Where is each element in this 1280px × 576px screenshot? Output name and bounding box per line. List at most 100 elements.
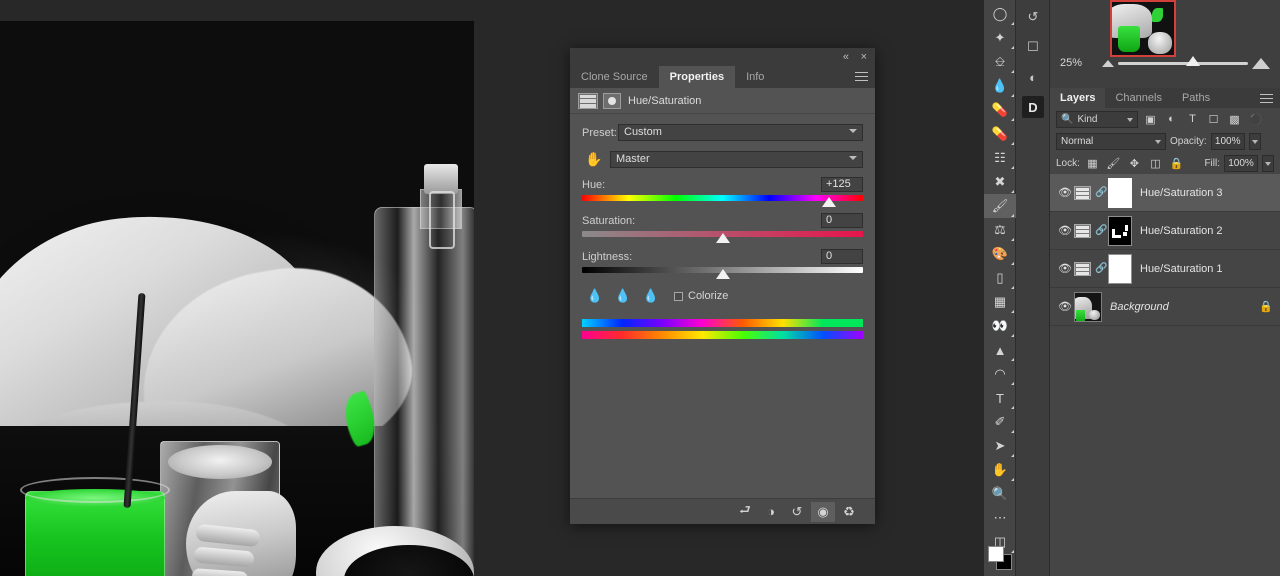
layer-name[interactable]: Background (1110, 301, 1258, 313)
fill-value[interactable]: 100% (1224, 155, 1258, 172)
layer-mask-icon[interactable] (603, 93, 621, 109)
lock-artboard-icon[interactable]: ◫ (1147, 155, 1164, 172)
link-mask-icon[interactable]: 🔗 (1095, 263, 1105, 274)
preset-select[interactable]: Custom (618, 124, 863, 141)
layer-visibility-icon[interactable]: 👁 (1056, 186, 1074, 199)
pen-tool[interactable]: ✐ (984, 410, 1016, 434)
delete-icon[interactable]: ♻ (837, 502, 861, 522)
navigator-zoom-bar[interactable]: 25% (1050, 52, 1280, 74)
patch-tool[interactable]: 💊 (984, 122, 1016, 146)
document-image[interactable] (0, 21, 474, 576)
shuffle-tool[interactable]: ✖ (984, 170, 1016, 194)
adjustments-panel-icon[interactable]: ◐ (1016, 62, 1050, 92)
properties-tab-bar[interactable]: Clone Source Properties Info (570, 66, 875, 88)
collapsed-panel-dock[interactable]: ↺ ☐ ◐ D (1016, 0, 1050, 576)
link-mask-icon[interactable]: 🔗 (1095, 187, 1105, 198)
saturation-value-input[interactable]: 0 (821, 213, 863, 228)
layers-tab-bar[interactable]: Layers Channels Paths (1050, 88, 1280, 108)
history-brush-tool[interactable]: 🎨 (984, 242, 1016, 266)
spot-healing-brush-tool[interactable]: 💊 (984, 98, 1016, 122)
brush-tool[interactable]: 🖌 (984, 194, 1016, 218)
color-swatches[interactable] (988, 546, 1012, 570)
eyedropper-tool[interactable]: 💧 (984, 74, 1016, 98)
table-row[interactable]: 👁 🔗 Hue/Saturation 3 (1050, 174, 1280, 212)
tab-info[interactable]: Info (735, 66, 775, 88)
hue-value-input[interactable]: +125 (821, 177, 863, 192)
eyedropper-plus-icon[interactable]: 💧 (610, 287, 636, 305)
checkbox-box[interactable] (674, 292, 683, 301)
tab-properties[interactable]: Properties (659, 66, 735, 88)
zoom-tool[interactable]: 🔍 (984, 482, 1016, 506)
layer-name[interactable]: Hue/Saturation 3 (1140, 187, 1274, 199)
layer-mask-thumbnail[interactable] (1108, 178, 1132, 208)
filter-kind-select[interactable]: 🔍 Kind (1056, 111, 1138, 128)
history-panel-icon[interactable]: ↺ (1016, 2, 1050, 32)
layer-visibility-icon[interactable]: 👁 (1056, 262, 1074, 275)
close-icon[interactable]: × (861, 50, 867, 64)
channel-select[interactable]: Master (610, 151, 863, 168)
zoom-slider-track[interactable] (1118, 62, 1248, 65)
tab-paths[interactable]: Paths (1172, 88, 1220, 108)
lock-image-pixels-icon[interactable]: 🖌 (1105, 155, 1122, 172)
type-tool[interactable]: T (984, 386, 1016, 410)
smudge-tool[interactable]: 👀 (984, 314, 1016, 338)
right-panel-dock[interactable]: 25% Layers Channels Paths 🔍 Kind ▣ ◐ T (1050, 0, 1280, 576)
lock-position-icon[interactable]: ✥ (1126, 155, 1143, 172)
layers-menu-icon[interactable] (1260, 94, 1273, 106)
lightness-slider-track[interactable] (582, 267, 863, 273)
edit-toolbar-icon[interactable]: ⋯ (984, 506, 1016, 530)
lightness-slider-thumb[interactable] (716, 269, 730, 279)
dodge-tool[interactable]: ◠ (984, 362, 1016, 386)
table-row[interactable]: 👁 🔗 Hue/Saturation 2 (1050, 212, 1280, 250)
hue-saturation-icon[interactable] (578, 93, 598, 109)
sharpen-tool[interactable]: ▲ (984, 338, 1016, 362)
reset-icon[interactable]: ↺ (785, 502, 809, 522)
table-row[interactable]: 👁 🔗 Hue/Saturation 1 (1050, 250, 1280, 288)
view-previous-state-icon[interactable]: ◑ (759, 502, 783, 522)
zoom-level-value[interactable]: 25% (1060, 57, 1102, 69)
lock-transparent-pixels-icon[interactable]: ▦ (1084, 155, 1101, 172)
targeted-adjustment-icon[interactable]: ✋ (582, 149, 606, 169)
zoom-out-icon[interactable] (1102, 60, 1114, 67)
properties-panel-icon[interactable]: D (1016, 92, 1050, 122)
clip-to-layer-icon[interactable]: ⮐ (733, 502, 757, 522)
saturation-slider-thumb[interactable] (716, 233, 730, 243)
foreground-color-swatch[interactable] (988, 546, 1004, 562)
lock-all-icon[interactable]: 🔒 (1168, 155, 1185, 172)
gradient-tool[interactable]: ▦ (984, 290, 1016, 314)
hand-tool[interactable]: ✋ (984, 458, 1016, 482)
zoom-in-icon[interactable] (1252, 58, 1270, 69)
lightness-value-input[interactable]: 0 (821, 249, 863, 264)
navigator-panel[interactable]: 25% (1050, 0, 1280, 88)
eyedropper-icon[interactable]: 💧 (582, 287, 608, 305)
smart-object-filter-icon[interactable]: ▩ (1226, 111, 1243, 128)
layer-thumbnail[interactable] (1074, 292, 1102, 322)
properties-panel[interactable]: « × Clone Source Properties Info Hue/Sat… (570, 48, 875, 524)
path-selection-tool[interactable]: ➤ (984, 434, 1016, 458)
panel-title-bar[interactable]: « × (570, 48, 875, 66)
layer-name[interactable]: Hue/Saturation 1 (1140, 263, 1274, 275)
layer-visibility-icon[interactable]: 👁 (1056, 300, 1074, 313)
layers-panel[interactable]: Layers Channels Paths 🔍 Kind ▣ ◐ T ☐ ▩ ⚫… (1050, 88, 1280, 576)
blend-mode-select[interactable]: Normal (1056, 133, 1166, 150)
toggle-visibility-icon[interactable]: ◉ (811, 502, 835, 522)
hue-slider-thumb[interactable] (822, 197, 836, 207)
frame-tool[interactable]: ☷ (984, 146, 1016, 170)
shape-filter-icon[interactable]: ☐ (1205, 111, 1222, 128)
adjustment-filter-icon[interactable]: ◐ (1163, 111, 1180, 128)
type-filter-icon[interactable]: T (1184, 111, 1201, 128)
eyedropper-minus-icon[interactable]: 💧 (638, 287, 664, 305)
image-filter-icon[interactable]: ▣ (1142, 111, 1159, 128)
layer-mask-thumbnail[interactable] (1108, 216, 1132, 246)
hue-slider-track[interactable] (582, 195, 863, 201)
eraser-tool[interactable]: ▯ (984, 266, 1016, 290)
opacity-value[interactable]: 100% (1211, 133, 1245, 150)
actions-panel-icon[interactable]: ☐ (1016, 32, 1050, 62)
opacity-stepper[interactable] (1249, 133, 1261, 150)
layer-mask-thumbnail[interactable] (1108, 254, 1132, 284)
saturation-slider-track[interactable] (582, 231, 863, 237)
filter-toggle-icon[interactable]: ⚫ (1247, 111, 1264, 128)
layer-name[interactable]: Hue/Saturation 2 (1140, 225, 1274, 237)
colorize-checkbox[interactable]: Colorize (674, 290, 728, 302)
lasso-tool[interactable]: ◯ (984, 2, 1016, 26)
